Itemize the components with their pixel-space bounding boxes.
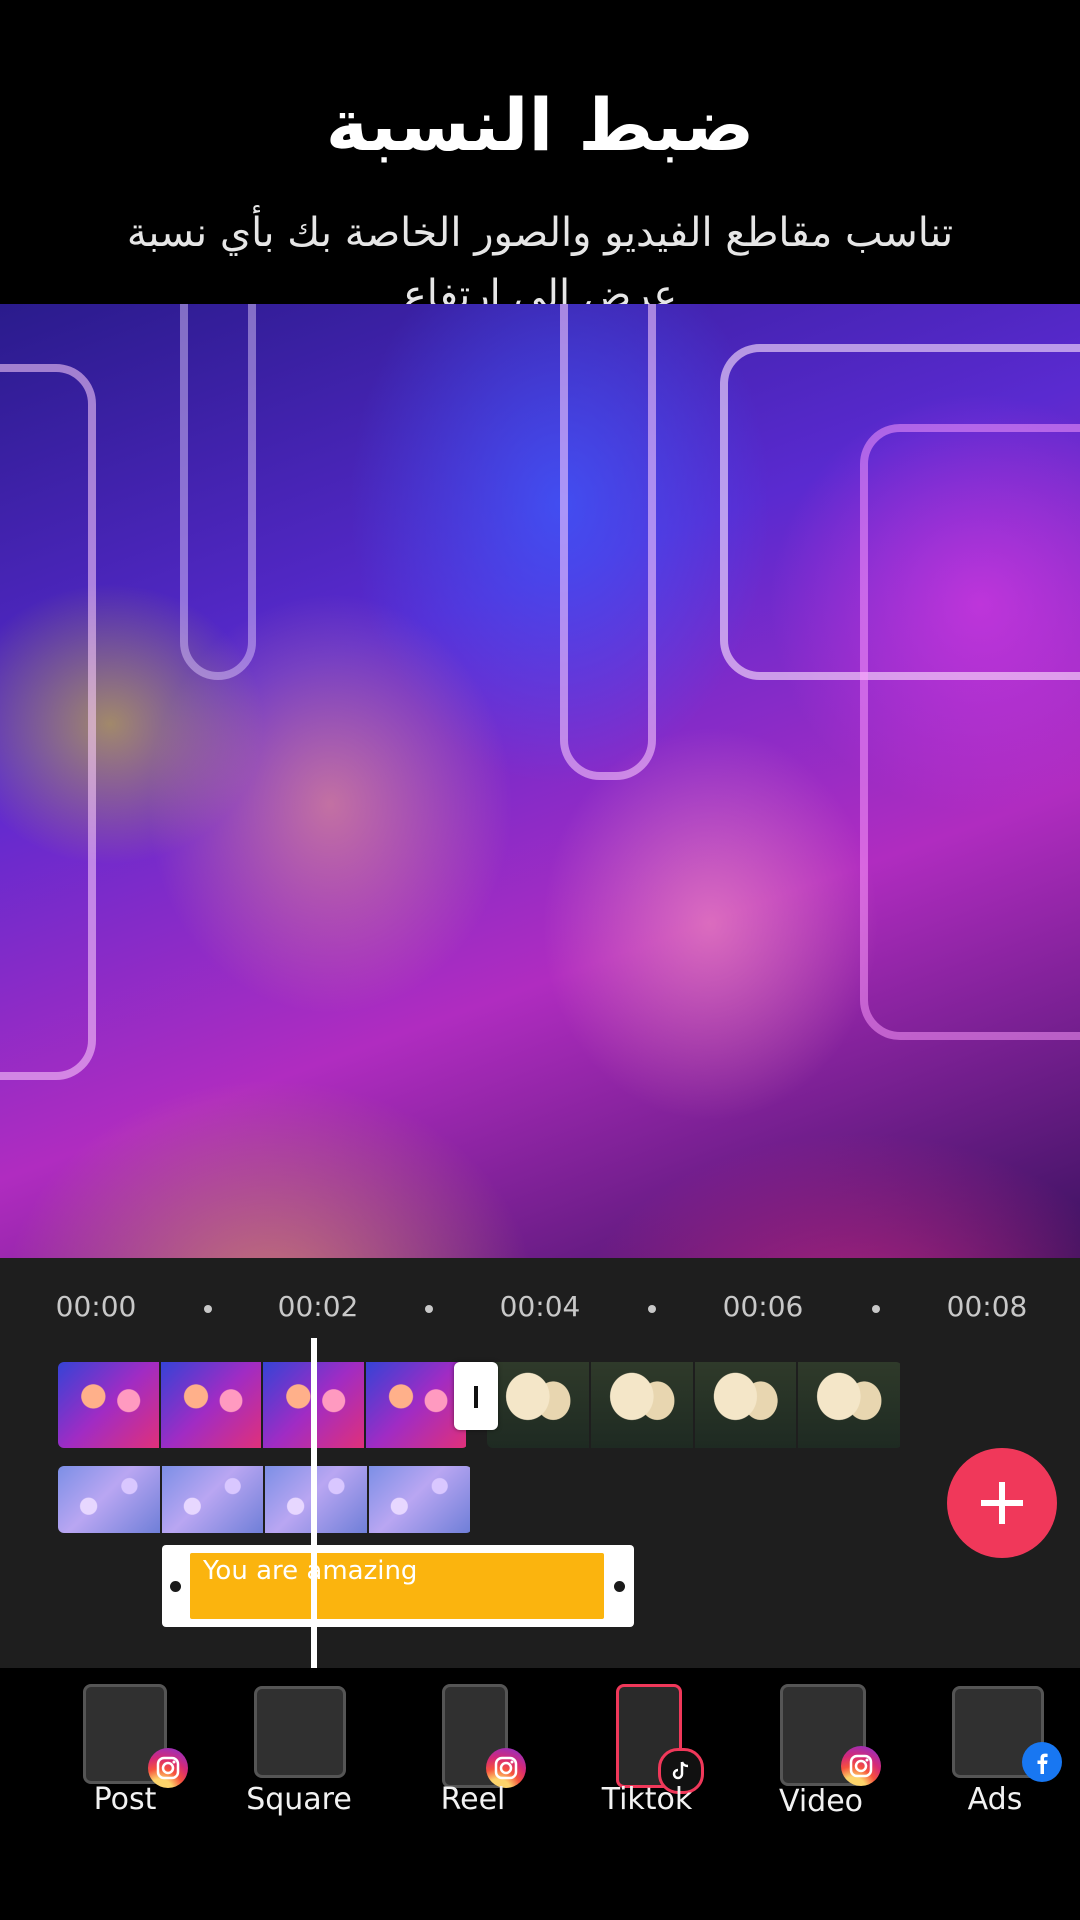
ruler-time: 00:02: [277, 1290, 359, 1323]
format-label: Tiktok: [601, 1782, 693, 1817]
format-preview: [254, 1686, 346, 1778]
instagram-icon: [841, 1746, 881, 1786]
video-clip-1[interactable]: [58, 1362, 468, 1448]
format-ads[interactable]: Ads: [920, 1682, 1070, 1842]
add-button[interactable]: [947, 1448, 1057, 1558]
format-label: Ads: [967, 1782, 1023, 1817]
aspect-ratio-bar: Post Square Reel Tiktok Video Ads: [0, 1668, 1080, 1844]
format-reel[interactable]: Reel: [398, 1682, 548, 1842]
bottom-bar: [0, 1844, 1080, 1920]
playhead[interactable]: [311, 1338, 317, 1668]
format-label: Reel: [440, 1782, 506, 1817]
ruler-dot: [204, 1305, 212, 1313]
ruler-dot: [648, 1305, 656, 1313]
text-clip-left-handle[interactable]: [170, 1581, 181, 1592]
video-preview[interactable]: [0, 304, 1080, 1258]
ruler-time: 00:08: [946, 1290, 1028, 1323]
format-label: Square: [246, 1782, 352, 1817]
header: ضبط النسبة تناسب مقاطع الفيديو والصور ال…: [0, 0, 1080, 318]
format-post[interactable]: Post: [50, 1682, 200, 1842]
format-tiktok[interactable]: Tiktok: [572, 1682, 722, 1842]
format-video[interactable]: Video: [746, 1682, 896, 1842]
video-clip-2[interactable]: [487, 1362, 902, 1448]
overlay-clip[interactable]: [58, 1466, 472, 1533]
format-label: Post: [93, 1782, 157, 1817]
ruler-time: 00:06: [722, 1290, 804, 1323]
format-square[interactable]: Square: [224, 1682, 374, 1842]
ruler-time: 00:04: [499, 1290, 581, 1323]
page-title: ضبط النسبة: [325, 83, 755, 167]
facebook-icon: [1022, 1742, 1062, 1782]
ruler-time: 00:00: [55, 1290, 137, 1323]
plus-icon: [981, 1482, 1023, 1524]
text-clip-right-handle[interactable]: [614, 1581, 625, 1592]
ruler-dot: [872, 1305, 880, 1313]
format-label: Video: [778, 1784, 864, 1819]
clip-split-handle[interactable]: [454, 1362, 498, 1430]
ruler-dot: [425, 1305, 433, 1313]
